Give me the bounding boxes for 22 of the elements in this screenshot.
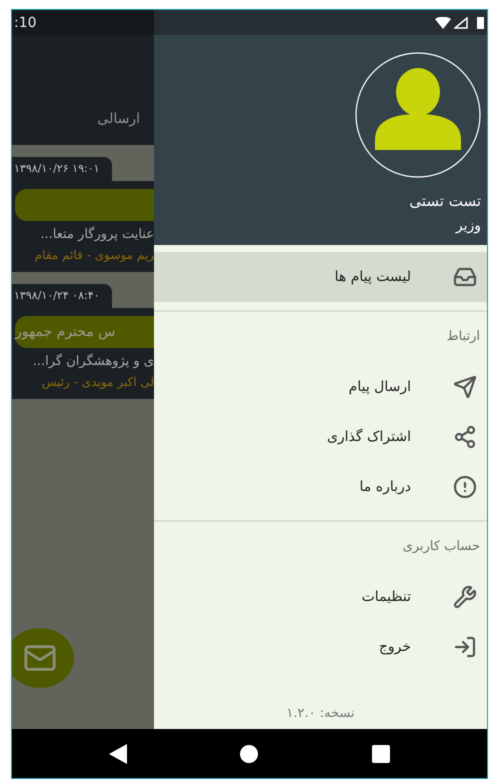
message-subject: س محترم جمهور <box>15 316 154 348</box>
menu-item[interactable]: خروج <box>154 622 487 672</box>
message-preview: ی و پژوهشگران گرا... <box>32 354 154 369</box>
section-title: ارتباط <box>446 328 481 346</box>
message-card[interactable]: عنایت پرورگار متعا... ریم موسوی - قائم مقام <box>12 181 154 272</box>
message-sender: لی اکبر مویدی - رئیس <box>40 375 154 389</box>
menu-item[interactable]: اشتراک گذاری <box>154 412 487 462</box>
menu-item[interactable]: درباره ما <box>154 462 487 512</box>
menu-item[interactable]: لیست پیام ها <box>154 252 487 302</box>
status-time: :10 <box>14 14 37 30</box>
message-date: ۱۳۹۸/۱۰/۲۴ ۰۸:۴۰ <box>12 284 112 308</box>
user-role: وزیر <box>456 218 481 234</box>
message-card[interactable]: س محترم جمهور ی و پژوهشگران گرا... لی اکبر مویدی - رئیس <box>12 308 154 399</box>
menu-item[interactable]: ارسال پیام <box>154 362 487 412</box>
user-name: تست تستی <box>409 192 481 210</box>
menu-item[interactable]: تنظیمات <box>154 572 487 622</box>
section-title: حساب کاربری <box>402 538 481 556</box>
tab-label[interactable]: ارسالی <box>97 111 140 127</box>
version-label: نسخه: ۱.۲.۰ <box>286 706 355 721</box>
message-date: ۱۳۹۸/۱۰/۲۶ ۱۹:۰۱ <box>12 157 112 181</box>
message-sender: ریم موسوی - قائم مقام <box>34 248 154 262</box>
message-preview: عنایت پرورگار متعا... <box>39 227 154 242</box>
